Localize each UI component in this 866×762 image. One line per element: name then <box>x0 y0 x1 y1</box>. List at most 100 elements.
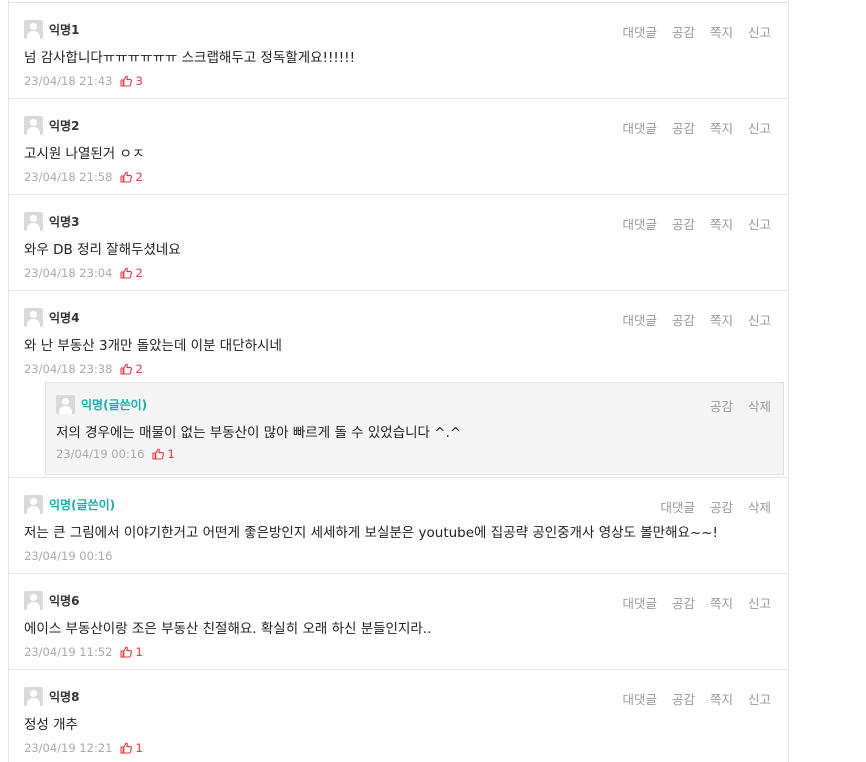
like-count-value: 1 <box>135 741 143 755</box>
like-count: 3 <box>120 74 143 88</box>
avatar-icon <box>24 590 43 610</box>
comment-header: 익명2 <box>24 115 79 135</box>
report-button[interactable]: 신고 <box>748 593 771 612</box>
comment-meta: 23/04/18 21:43 3 <box>24 74 143 88</box>
comment-date: 23/04/18 23:04 <box>24 266 113 280</box>
message-button[interactable]: 쪽지 <box>710 118 733 137</box>
like-count: 1 <box>120 645 143 659</box>
comment-meta: 23/04/19 12:21 1 <box>24 741 143 755</box>
avatar-icon <box>24 19 43 39</box>
reply-button[interactable]: 대댓글 <box>622 593 657 612</box>
like-button[interactable]: 공감 <box>710 497 733 516</box>
delete-button[interactable]: 삭제 <box>748 497 771 516</box>
message-button[interactable]: 쪽지 <box>710 22 733 41</box>
comment-actions: 대댓글 공감 삭제 <box>645 497 771 516</box>
comment-date: 23/04/18 21:43 <box>24 74 113 88</box>
like-button[interactable]: 공감 <box>672 214 695 233</box>
comment-item: 익명6 대댓글 공감 쪽지 신고 에이스 부동산이랑 조은 부동산 친절해요. … <box>9 574 788 670</box>
comment-header: 익명8 <box>24 686 79 706</box>
reply-button[interactable]: 대댓글 <box>622 118 657 137</box>
comment-nickname: 익명2 <box>49 118 80 133</box>
comment-actions: 대댓글 공감 쪽지 신고 <box>607 593 771 612</box>
reply-actions: 공감 삭제 <box>695 396 771 415</box>
comment-text: 와우 DB 정리 잘해두셨네요 <box>24 242 181 258</box>
comment-item: 익명(글쓴이) 대댓글 공감 삭제 저는 큰 그림에서 이야기한거고 어떤게 좋… <box>9 478 788 574</box>
comment-actions: 대댓글 공감 쪽지 신고 <box>607 689 771 708</box>
comment-meta: 23/04/18 21:58 2 <box>24 170 143 184</box>
reply-button[interactable]: 대댓글 <box>622 310 657 329</box>
like-count: 1 <box>120 741 143 755</box>
report-button[interactable]: 신고 <box>748 214 771 233</box>
comment-header: 익명3 <box>24 211 79 231</box>
delete-button[interactable]: 삭제 <box>748 396 771 415</box>
comment-actions: 대댓글 공감 쪽지 신고 <box>607 214 771 233</box>
comment-list: 익명1 대댓글 공감 쪽지 신고 넘 감사합니다ㅠㅠㅠㅠㅠㅠ 스크랩해두고 정독… <box>8 0 789 762</box>
avatar-icon <box>24 686 43 706</box>
reply-button[interactable]: 대댓글 <box>622 689 657 708</box>
thumbs-up-icon <box>120 363 133 375</box>
comment-nickname: 익명6 <box>49 593 80 608</box>
comment-meta: 23/04/19 11:52 1 <box>24 645 143 659</box>
comment-meta: 23/04/18 23:38 2 <box>24 362 143 376</box>
report-button[interactable]: 신고 <box>748 310 771 329</box>
comment-text: 와 난 부동산 3개만 돌았는데 이분 대단하시네 <box>24 338 282 354</box>
comment-date: 23/04/18 21:58 <box>24 170 113 184</box>
comment-item: 익명2 대댓글 공감 쪽지 신고 고시원 나열된거 ㅇㅈ 23/04/18 21… <box>9 99 788 195</box>
reply-text: 저의 경우에는 매물이 없는 부동산이 많아 빠르게 돌 수 있었습니다 ^.^ <box>56 425 462 441</box>
like-count-value: 1 <box>135 645 143 659</box>
like-button[interactable]: 공감 <box>710 396 733 415</box>
comment-header: 익명(글쓴이) <box>24 494 115 514</box>
comment-text: 고시원 나열된거 ㅇㅈ <box>24 146 145 162</box>
comment-date: 23/04/19 00:16 <box>24 549 113 563</box>
comment-header: 익명1 <box>24 19 79 39</box>
thumbs-up-icon <box>120 267 133 279</box>
like-button[interactable]: 공감 <box>672 310 695 329</box>
comment-actions: 대댓글 공감 쪽지 신고 <box>607 22 771 41</box>
reply-button[interactable]: 대댓글 <box>660 497 695 516</box>
reply-nickname: 익명(글쓴이) <box>81 397 148 412</box>
comment-text: 넘 감사합니다ㅠㅠㅠㅠㅠㅠ 스크랩해두고 정독할게요!!!!!! <box>24 50 356 66</box>
reply-meta: 23/04/19 00:16 1 <box>56 447 175 461</box>
comment-nickname: 익명8 <box>49 689 80 704</box>
message-button[interactable]: 쪽지 <box>710 689 733 708</box>
reply-item: 익명(글쓴이) 공감 삭제 저의 경우에는 매물이 없는 부동산이 많아 빠르게… <box>45 382 784 475</box>
like-button[interactable]: 공감 <box>672 22 695 41</box>
comment-nickname: 익명(글쓴이) <box>49 497 116 512</box>
thumbs-up-icon <box>120 742 133 754</box>
comment-text: 저는 큰 그림에서 이야기한거고 어떤게 좋은방인지 세세하게 보실분은 you… <box>24 525 718 541</box>
comment-nickname: 익명3 <box>49 214 80 229</box>
like-count-value: 2 <box>135 170 143 184</box>
avatar-icon <box>24 211 43 231</box>
comment-text: 정성 개추 <box>24 717 78 733</box>
report-button[interactable]: 신고 <box>748 689 771 708</box>
message-button[interactable]: 쪽지 <box>710 214 733 233</box>
report-button[interactable]: 신고 <box>748 118 771 137</box>
message-button[interactable]: 쪽지 <box>710 593 733 612</box>
like-button[interactable]: 공감 <box>672 689 695 708</box>
reply-header: 익명(글쓴이) <box>56 394 147 414</box>
like-button[interactable]: 공감 <box>672 118 695 137</box>
like-count: 1 <box>152 447 175 461</box>
comment-date: 23/04/19 11:52 <box>24 645 113 659</box>
like-count: 2 <box>120 170 143 184</box>
report-button[interactable]: 신고 <box>748 22 771 41</box>
reply-button[interactable]: 대댓글 <box>622 214 657 233</box>
comment-item: 익명1 대댓글 공감 쪽지 신고 넘 감사합니다ㅠㅠㅠㅠㅠㅠ 스크랩해두고 정독… <box>9 3 788 99</box>
like-count-value: 2 <box>135 362 143 376</box>
thumbs-up-icon <box>120 646 133 658</box>
avatar-icon <box>24 307 43 327</box>
reply-date: 23/04/19 00:16 <box>56 447 145 461</box>
comment-meta: 23/04/19 00:16 <box>24 549 112 563</box>
comment-item: 익명3 대댓글 공감 쪽지 신고 와우 DB 정리 잘해두셨네요 23/04/1… <box>9 195 788 291</box>
thumbs-up-icon <box>120 75 133 87</box>
reply-button[interactable]: 대댓글 <box>622 22 657 41</box>
like-button[interactable]: 공감 <box>672 593 695 612</box>
like-count: 2 <box>120 362 143 376</box>
comment-header: 익명6 <box>24 590 79 610</box>
comment-date: 23/04/19 12:21 <box>24 741 113 755</box>
comment-date: 23/04/18 23:38 <box>24 362 113 376</box>
message-button[interactable]: 쪽지 <box>710 310 733 329</box>
thumbs-up-icon <box>120 171 133 183</box>
like-count-value: 3 <box>135 74 143 88</box>
comment-header: 익명4 <box>24 307 79 327</box>
